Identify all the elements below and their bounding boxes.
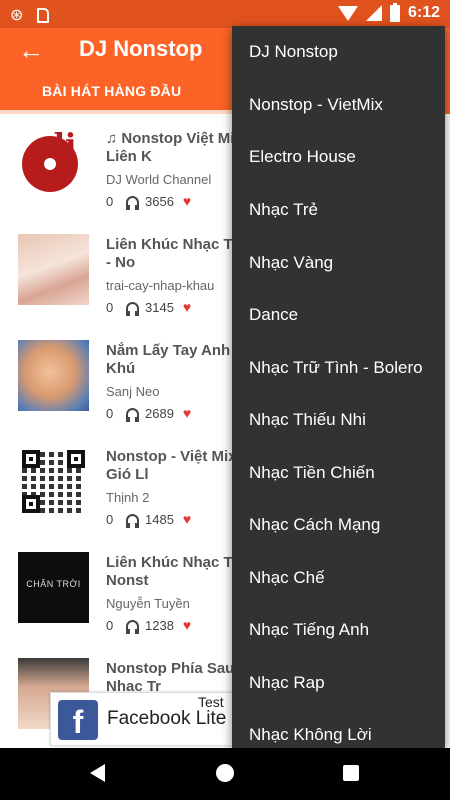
headphone-icon [126,301,139,316]
like-count: 0 [106,405,114,421]
category-menu: DJ Nonstop Nonstop - VietMix Electro Hou… [232,26,445,748]
headphone-icon [126,513,139,528]
song-stats: 0 3145 ♥ [106,299,191,316]
battery-icon [389,2,400,22]
song-uploader: Sanj Neo [106,384,160,399]
ad-test-label: Test [194,694,228,710]
menu-item-cach-mang[interactable]: Nhạc Cách Mạng [232,499,445,551]
listen-count: 3656 [145,193,174,209]
headphone-icon [126,195,139,210]
song-uploader: Nguyễn Tuyền [106,596,190,611]
song-thumbnail: dj [18,128,89,199]
song-stats: 0 1485 ♥ [106,511,191,528]
signal-icon [365,5,382,21]
song-thumbnail: CHÂN TRỜI [18,552,89,623]
song-uploader: trai-cay-nhap-khau [106,278,215,293]
headphone-icon [126,407,139,422]
facebook-icon: f [58,700,98,740]
ad-title: Facebook Lite [107,708,227,729]
song-stats: 0 2689 ♥ [106,405,191,422]
menu-item-electro-house[interactable]: Electro House [232,131,445,183]
song-thumbnail [18,340,89,411]
system-nav-bar [0,748,450,800]
page-title: DJ Nonstop [79,36,203,61]
song-uploader: DJ World Channel [106,172,212,187]
menu-item-nhac-che[interactable]: Nhạc Chế [232,552,445,604]
heart-icon[interactable]: ♥ [183,193,191,209]
song-thumbnail [18,234,89,305]
screen: ⊛ 6:12 ← DJ Nonstop BÀI HÁT HÀNG ĐẦU dj … [0,0,450,800]
like-count: 0 [106,617,114,633]
sync-icon: ⊛ [10,7,24,24]
menu-item-khong-loi[interactable]: Nhạc Không Lời [232,709,445,748]
menu-item-bolero[interactable]: Nhạc Trữ Tình - Bolero [232,342,445,394]
menu-item-tieng-anh[interactable]: Nhạc Tiếng Anh [232,604,445,656]
tab-top-songs[interactable]: BÀI HÁT HÀNG ĐẦU [42,83,181,99]
status-time: 6:12 [407,4,440,21]
like-count: 0 [106,299,114,315]
listen-count: 3145 [145,299,174,315]
menu-item-tien-chien[interactable]: Nhạc Tiền Chiến [232,447,445,499]
nav-home-icon[interactable] [216,764,234,782]
status-bar: ⊛ 6:12 [0,0,450,28]
listen-count: 2689 [145,405,174,421]
listen-count: 1485 [145,511,174,527]
nav-back-icon[interactable] [90,764,105,782]
heart-icon[interactable]: ♥ [183,405,191,421]
heart-icon[interactable]: ♥ [183,617,191,633]
menu-item-rap[interactable]: Nhạc Rap [232,657,445,709]
headphone-icon [126,619,139,634]
menu-item-nonstop-vietmix[interactable]: Nonstop - VietMix [232,79,445,131]
song-stats: 0 3656 ♥ [106,193,191,210]
thumbnail-caption: CHÂN TRỜI [26,579,81,589]
heart-icon[interactable]: ♥ [183,511,191,527]
song-uploader: Thịnh 2 [106,490,150,505]
listen-count: 1238 [145,617,174,633]
heart-icon[interactable]: ♥ [183,299,191,315]
like-count: 0 [106,193,114,209]
menu-item-dj-nonstop[interactable]: DJ Nonstop [232,26,445,78]
menu-item-nhac-tre[interactable]: Nhạc Trẻ [232,184,445,236]
menu-item-thieu-nhi[interactable]: Nhạc Thiếu Nhi [232,394,445,446]
wifi-icon [337,5,358,21]
song-thumbnail [18,446,89,517]
menu-item-nhac-vang[interactable]: Nhạc Vàng [232,237,445,289]
menu-item-dance[interactable]: Dance [232,289,445,341]
like-count: 0 [106,511,114,527]
back-arrow-icon[interactable]: ← [18,36,46,64]
nav-recents-icon[interactable] [343,765,359,781]
song-stats: 0 1238 ♥ [106,617,191,634]
sd-card-icon [37,7,50,23]
